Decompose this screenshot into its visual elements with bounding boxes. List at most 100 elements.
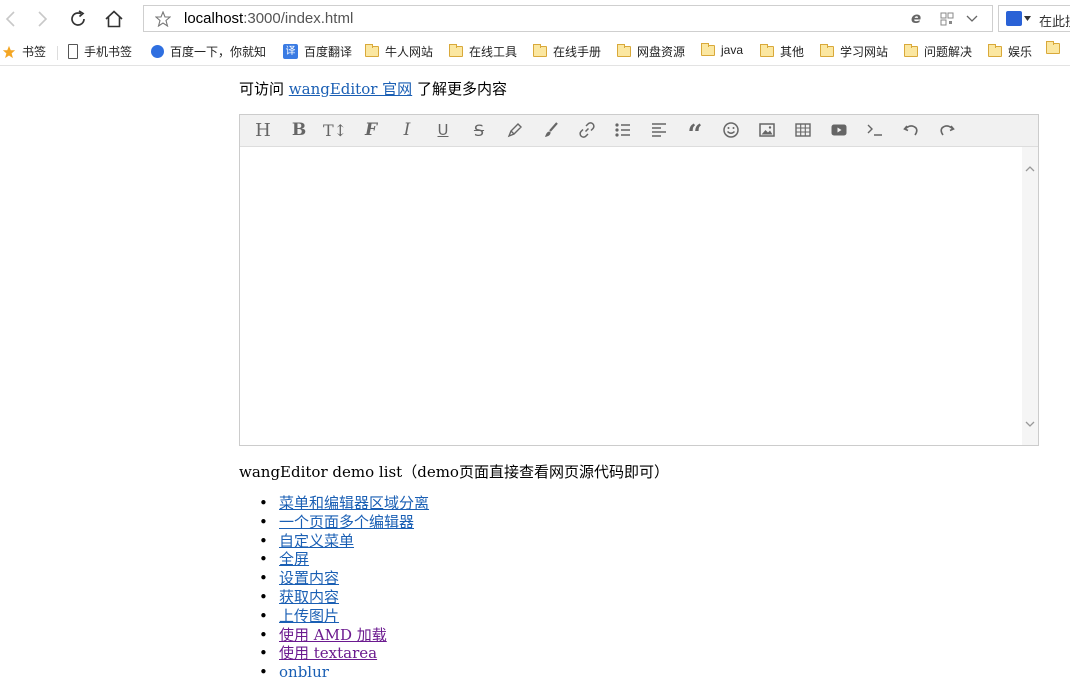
home-icon <box>105 10 123 28</box>
star-icon <box>2 45 16 58</box>
bookmark-label: 问题解决 <box>924 45 973 59</box>
demo-link-set-content[interactable]: 设置内容 <box>279 569 339 587</box>
search-input[interactable]: 在此搜 <box>1039 11 1070 30</box>
bookmark-label: 百度一下，你就知 <box>170 45 267 59</box>
bookmark-mobile[interactable]: 手机书签 <box>68 43 132 60</box>
bookmark-folder[interactable]: java <box>701 42 743 57</box>
demo-link-multi-editor[interactable]: 一个页面多个编辑器 <box>279 513 414 531</box>
bookmark-folder[interactable]: 在线手册 <box>533 43 601 60</box>
image-icon[interactable] <box>755 119 779 141</box>
bookmark-baidu-translate[interactable]: 译 百度翻译 <box>283 43 352 60</box>
demo-link-amd[interactable]: 使用 AMD 加载 <box>279 626 387 644</box>
scroll-down-icon[interactable] <box>1025 419 1035 429</box>
folder-icon <box>904 44 918 57</box>
bookmark-folder[interactable]: 学习网站 <box>820 43 888 60</box>
terminal-icon <box>867 124 882 136</box>
editor-menu-bar: H B T↕ F I U S “ <box>240 115 1038 148</box>
underline-icon[interactable]: U <box>431 119 455 141</box>
undo-icon[interactable] <box>899 119 923 141</box>
heading-icon[interactable]: H <box>251 119 275 141</box>
bookmark-folder[interactable]: 其他 <box>760 43 804 60</box>
bookmark-baidu[interactable]: 百度一下，你就知 <box>151 43 266 60</box>
bookmark-folder[interactable]: 问题解决 <box>904 43 972 60</box>
bookmark-separator <box>57 46 58 60</box>
smiley-icon <box>723 122 739 138</box>
back-button[interactable] <box>0 8 22 30</box>
back-arrow-icon <box>5 11 15 27</box>
demo-link-onblur[interactable]: onblur <box>279 663 329 681</box>
code-icon[interactable] <box>863 119 887 141</box>
reload-button[interactable] <box>67 8 89 30</box>
redo-arrow-icon <box>940 125 955 136</box>
demo-link-fullscreen[interactable]: 全屏 <box>279 550 309 568</box>
url-text[interactable]: localhost:3000/index.html <box>184 10 353 27</box>
justify-icon[interactable] <box>647 119 671 141</box>
bookmark-folder[interactable]: 牛人网站 <box>365 43 433 60</box>
folder-icon <box>617 44 631 57</box>
play-video-icon <box>831 124 847 136</box>
demo-link-upload-image[interactable]: 上传图片 <box>279 607 339 625</box>
official-site-link[interactable]: wangEditor 官网 <box>289 80 412 98</box>
scroll-up-icon[interactable] <box>1025 164 1035 174</box>
table-icon[interactable] <box>791 119 815 141</box>
editor-text-area[interactable] <box>240 147 1021 445</box>
forward-arrow-icon <box>38 11 48 27</box>
bookmark-label: 在线手册 <box>553 45 602 59</box>
ie-compat-icon[interactable]: e <box>911 9 921 27</box>
editor-scrollbar[interactable] <box>1022 147 1038 445</box>
folder-icon <box>1046 41 1060 54</box>
demo-list-title: wangEditor demo list（demo页面直接查看网页源代码即可） <box>239 463 669 481</box>
redo-icon[interactable] <box>935 119 959 141</box>
bookmark-label: 书签 <box>22 45 47 59</box>
list-item: 菜单和编辑器区域分离 <box>259 494 429 513</box>
bookmark-label: 牛人网站 <box>385 45 434 59</box>
fore-color-icon[interactable] <box>503 119 527 141</box>
emoticon-icon[interactable] <box>719 119 743 141</box>
bookmarks-bar: 书签 手机书签 百度一下，你就知 译 百度翻译 牛人网站 在线工具 在线手册 网… <box>0 37 1070 66</box>
translate-icon: 译 <box>283 44 298 59</box>
folder-icon <box>760 44 774 57</box>
video-icon[interactable] <box>827 119 851 141</box>
font-size-icon[interactable]: T↕ <box>323 119 347 141</box>
align-left-icon <box>652 123 666 137</box>
bookmark-folder-overflow[interactable] <box>1046 41 1066 54</box>
back-color-icon[interactable] <box>539 119 563 141</box>
home-button[interactable] <box>103 8 125 30</box>
link-icon[interactable] <box>575 119 599 141</box>
demo-link-custom-menu[interactable]: 自定义菜单 <box>279 532 354 550</box>
chevron-down-icon[interactable] <box>966 14 978 24</box>
bookmark-label: 网盘资源 <box>637 45 686 59</box>
picture-icon <box>759 123 775 137</box>
bookmark-folder[interactable]: 在线工具 <box>449 43 517 60</box>
intro-line: 可访问 wangEditor 官网 了解更多内容 <box>239 78 507 99</box>
address-bar[interactable]: localhost:3000/index.html e <box>143 5 993 32</box>
list-item: 一个页面多个编辑器 <box>259 513 429 532</box>
bookmark-folder[interactable]: 网盘资源 <box>617 43 685 60</box>
list-item: 使用 textarea <box>259 644 429 663</box>
folder-icon <box>449 44 463 57</box>
bookmark-shuqian[interactable]: 书签 <box>2 43 46 60</box>
bold-icon[interactable]: B <box>287 119 311 141</box>
baidu-search-engine-icon[interactable] <box>1006 11 1022 26</box>
list-icon[interactable] <box>611 119 635 141</box>
search-box[interactable]: 在此搜 <box>998 5 1070 32</box>
bookmark-folder[interactable]: 娱乐 <box>988 43 1032 60</box>
bookmark-label: 学习网站 <box>840 45 889 59</box>
demo-link-separate-menu[interactable]: 菜单和编辑器区域分离 <box>279 494 429 512</box>
engine-dropdown-icon[interactable] <box>1024 16 1031 21</box>
forward-button[interactable] <box>31 8 53 30</box>
quote-icon[interactable]: “ <box>683 119 707 148</box>
demo-list: 菜单和编辑器区域分离 一个页面多个编辑器 自定义菜单 全屏 设置内容 获取内容 … <box>239 494 429 682</box>
demo-link-get-content[interactable]: 获取内容 <box>279 588 339 606</box>
demo-link-textarea[interactable]: 使用 textarea <box>279 644 377 662</box>
reload-icon <box>71 10 85 26</box>
bookmark-label: 百度翻译 <box>304 45 353 59</box>
font-name-icon[interactable]: F <box>359 119 383 141</box>
folder-icon <box>533 44 547 57</box>
italic-icon[interactable]: I <box>395 119 419 141</box>
list-item: 全屏 <box>259 550 429 569</box>
qr-code-icon[interactable] <box>940 12 954 26</box>
intro-text-after: 了解更多内容 <box>412 80 507 98</box>
bookmark-star-icon <box>155 11 171 27</box>
strikethrough-icon[interactable]: S <box>467 119 491 141</box>
